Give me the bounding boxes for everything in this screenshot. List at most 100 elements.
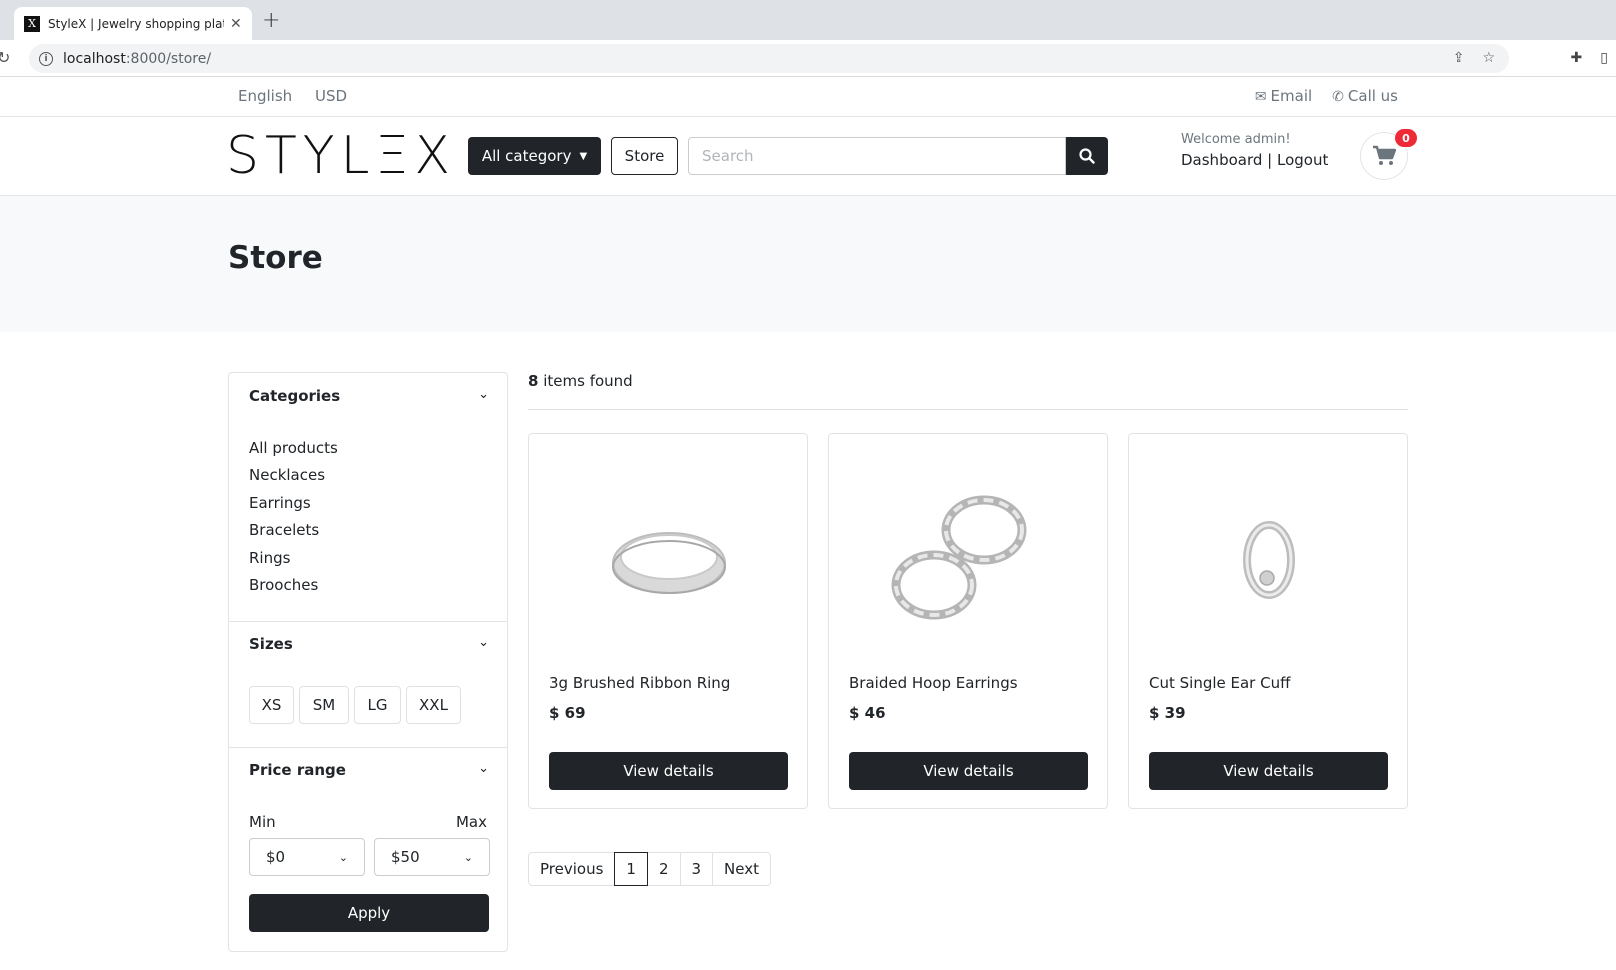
envelope-icon: ✉ xyxy=(1254,89,1267,105)
results-count: 8 items found xyxy=(528,372,633,390)
store-button[interactable]: Store xyxy=(611,137,678,175)
favicon-icon: X xyxy=(24,15,40,32)
caret-down-icon: ▼ xyxy=(579,150,588,162)
product-card: Cut Single Ear Cuff $ 39 View details xyxy=(1128,433,1408,809)
filter-sidebar: Categories ⌄ All products Necklaces Earr… xyxy=(228,372,508,952)
chevron-down-icon[interactable]: ⌄ xyxy=(478,761,489,776)
all-category-dropdown[interactable]: All category ▼ xyxy=(468,137,601,175)
divider xyxy=(528,409,1408,410)
extensions-icon[interactable]: ✚ xyxy=(1571,50,1583,66)
product-price: $ 39 xyxy=(1149,704,1186,722)
tab-title: StyleX | Jewelry shopping platf xyxy=(48,16,224,31)
all-category-label: All category xyxy=(481,147,572,165)
side-panel-icon[interactable]: ▯ xyxy=(1600,50,1608,66)
category-link[interactable]: Bracelets xyxy=(249,521,319,539)
welcome-text: Welcome admin! xyxy=(1181,132,1291,147)
cart-icon xyxy=(1373,145,1396,165)
select-chevron-icon: ⌄ xyxy=(463,850,473,864)
call-label: Call us xyxy=(1347,87,1398,105)
size-option[interactable]: SM xyxy=(299,686,349,724)
size-option[interactable]: LG xyxy=(354,686,401,724)
max-label: Max xyxy=(455,813,487,831)
account-links: Dashboard | Logout xyxy=(1181,151,1328,169)
top-bar: English USD ✉ Email ✆ Call us xyxy=(0,77,1616,117)
currency-selector[interactable]: USD xyxy=(315,87,347,105)
size-option[interactable]: XS xyxy=(249,686,294,724)
category-link[interactable]: Rings xyxy=(249,549,290,567)
previous-page-button[interactable]: Previous xyxy=(528,852,616,886)
page-3-button[interactable]: 3 xyxy=(679,852,714,886)
chevron-down-icon[interactable]: ⌄ xyxy=(478,635,489,650)
url-host: localhost xyxy=(63,50,126,67)
separator: | xyxy=(1267,151,1273,169)
min-price-select[interactable]: $0 ⌄ xyxy=(249,838,365,876)
address-bar: ↻ i localhost:8000/store/ ⇪ ☆ ✚ ▯ xyxy=(0,40,1616,77)
product-price: $ 46 xyxy=(849,704,886,722)
categories-heading[interactable]: Categories xyxy=(249,387,340,405)
omnibox[interactable]: i localhost:8000/store/ ⇪ ☆ xyxy=(29,44,1509,73)
ring-image xyxy=(612,531,726,594)
logout-link[interactable]: Logout xyxy=(1277,151,1328,169)
bookmark-star-icon[interactable]: ☆ xyxy=(1482,50,1495,66)
earrings-image xyxy=(891,495,1027,619)
category-link[interactable]: Necklaces xyxy=(249,466,325,484)
category-link[interactable]: Brooches xyxy=(249,576,318,594)
product-name[interactable]: 3g Brushed Ribbon Ring xyxy=(549,674,730,692)
results-count-number: 8 xyxy=(528,372,539,390)
browser-tab[interactable]: X StyleX | Jewelry shopping platf ✕ xyxy=(14,7,252,40)
site-logo[interactable]: STYLΞX xyxy=(226,127,456,185)
product-name[interactable]: Braided Hoop Earrings xyxy=(849,674,1018,692)
view-details-button[interactable]: View details xyxy=(1149,752,1388,790)
product-image-ear-cuff[interactable] xyxy=(1149,452,1389,667)
category-link[interactable]: Earrings xyxy=(249,494,311,512)
page-title: Store xyxy=(228,240,323,276)
product-image-ring[interactable] xyxy=(549,452,789,667)
view-details-button[interactable]: View details xyxy=(849,752,1088,790)
cart-count-badge: 0 xyxy=(1395,129,1417,147)
divider xyxy=(229,621,507,622)
category-link[interactable]: All products xyxy=(249,439,338,457)
product-price: $ 69 xyxy=(549,704,586,722)
browser-tab-bar: X StyleX | Jewelry shopping platf ✕ + xyxy=(0,0,1616,40)
language-selector[interactable]: English xyxy=(238,87,292,105)
max-price-value: $50 xyxy=(391,848,420,866)
ear-cuff-image xyxy=(1243,520,1295,599)
min-price-value: $0 xyxy=(266,848,286,866)
price-range-heading[interactable]: Price range xyxy=(249,761,346,779)
site-info-icon[interactable]: i xyxy=(39,51,53,66)
sizes-heading[interactable]: Sizes xyxy=(249,635,293,653)
size-option[interactable]: XXL xyxy=(406,686,461,724)
search-icon xyxy=(1079,148,1095,164)
product-card: 3g Brushed Ribbon Ring $ 69 View details xyxy=(528,433,808,809)
email-label: Email xyxy=(1270,87,1313,105)
chevron-down-icon[interactable]: ⌄ xyxy=(478,387,489,402)
product-name[interactable]: Cut Single Ear Cuff xyxy=(1149,674,1290,692)
phone-icon: ✆ xyxy=(1332,89,1344,105)
search-input[interactable] xyxy=(688,137,1066,175)
dashboard-link[interactable]: Dashboard xyxy=(1181,151,1262,169)
email-link[interactable]: ✉ Email xyxy=(1255,87,1312,105)
site-header: STYLΞX All category ▼ Store Welcome admi… xyxy=(0,117,1616,196)
share-icon[interactable]: ⇪ xyxy=(1453,50,1465,66)
results-count-suffix: items found xyxy=(543,372,633,390)
url-path: :8000/store/ xyxy=(125,50,212,67)
pagination: Previous 1 2 3 Next xyxy=(528,852,771,886)
new-tab-icon[interactable]: + xyxy=(262,8,280,33)
page-1-button[interactable]: 1 xyxy=(614,852,648,886)
product-image-earrings[interactable] xyxy=(849,452,1089,667)
url-text[interactable]: localhost:8000/store/ xyxy=(63,51,211,67)
page-title-band: Store xyxy=(0,196,1616,332)
search-button[interactable] xyxy=(1066,137,1108,175)
apply-button[interactable]: Apply xyxy=(249,894,489,932)
reload-icon[interactable]: ↻ xyxy=(0,48,10,67)
page-2-button[interactable]: 2 xyxy=(646,852,681,886)
max-price-select[interactable]: $50 ⌄ xyxy=(374,838,490,876)
view-details-button[interactable]: View details xyxy=(549,752,788,790)
min-label: Min xyxy=(249,813,276,831)
select-chevron-icon: ⌄ xyxy=(338,850,348,864)
close-tab-icon[interactable]: ✕ xyxy=(230,16,242,32)
call-link[interactable]: ✆ Call us xyxy=(1332,87,1398,105)
divider xyxy=(229,747,507,748)
next-page-button[interactable]: Next xyxy=(712,852,771,886)
product-card: Braided Hoop Earrings $ 46 View details xyxy=(828,433,1108,809)
